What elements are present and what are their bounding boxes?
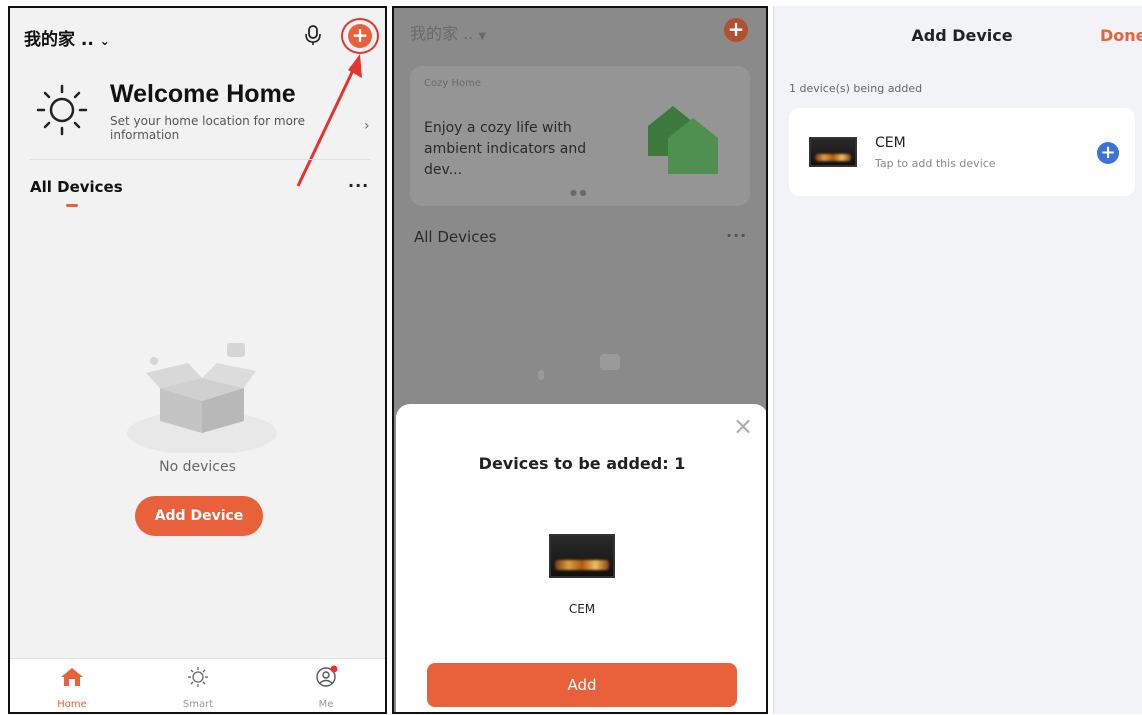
page-title: Add Device (911, 26, 1013, 45)
section-title[interactable]: All Devices (30, 178, 123, 196)
chevron-right-icon[interactable]: › (364, 118, 370, 134)
add-plus-button[interactable]: + (348, 24, 372, 48)
banner-label: Cozy Home (424, 78, 481, 89)
home-name: 我的家 .. (410, 24, 474, 43)
tab-bar: Home Smart Me (10, 658, 385, 712)
home-selector-dimmed: 我的家 .. ▼ (410, 20, 486, 44)
device-name: CEM (568, 602, 596, 616)
add-plus-button: + (724, 18, 748, 42)
tab-home-label: Home (57, 699, 87, 710)
banner-text: Enjoy a cozy life with ambient indicator… (424, 120, 587, 178)
fireplace-image (549, 534, 615, 578)
device-card[interactable]: CEM Tap to add this device + (789, 108, 1135, 196)
more-icon[interactable]: ··· (348, 176, 369, 195)
close-icon[interactable]: × (733, 412, 753, 440)
sun-icon (188, 667, 208, 687)
home-icon (61, 668, 83, 686)
section-title: All Devices (414, 228, 497, 246)
add-plus-icon[interactable]: + (1097, 142, 1119, 164)
sun-weather-icon (36, 84, 88, 136)
person-icon (316, 665, 338, 687)
plug-icon (600, 354, 620, 370)
chevron-down-icon: ⌄ (99, 34, 110, 48)
cozy-banner: Cozy Home Enjoy a cozy life with ambient… (410, 66, 750, 206)
pager-dots: ● ● (570, 188, 587, 197)
empty-state-text: No devices (159, 459, 236, 475)
home-name: 我的家 .. (24, 30, 94, 50)
caret-down-icon: ▼ (478, 31, 487, 42)
bottom-sheet: × Devices to be added: 1 CEM Add (396, 404, 766, 712)
tab-smart-label: Smart (182, 699, 214, 710)
done-button[interactable]: Done (1100, 26, 1142, 45)
tab-home[interactable]: Home (52, 665, 92, 710)
add-device-button[interactable]: Add Device (135, 496, 263, 536)
house-icon (648, 106, 718, 174)
home-screen: 我的家 .. ⌄ + Welcome Home Set your home lo… (8, 6, 387, 714)
welcome-title: Welcome Home (110, 80, 296, 108)
add-dialog-screen: 我的家 .. ▼ + Cozy Home Enjoy a cozy life w… (392, 6, 768, 714)
empty-box-icon (127, 343, 277, 453)
divider (30, 159, 370, 160)
fireplace-image (809, 137, 857, 167)
welcome-subtitle[interactable]: Set your home location for more informat… (110, 114, 320, 142)
tab-indicator (66, 204, 78, 207)
microphone-icon[interactable] (304, 24, 322, 46)
bulb-icon (538, 370, 544, 380)
sheet-title: Devices to be added: 1 (478, 454, 686, 473)
device-hint: Tap to add this device (875, 157, 996, 170)
device-name: CEM (875, 135, 906, 151)
add-button[interactable]: Add (427, 663, 737, 707)
tab-smart[interactable]: Smart (178, 665, 218, 710)
add-device-screen: Add Device Done 1 device(s) being added … (773, 6, 1142, 714)
tab-me[interactable]: Me (306, 665, 346, 710)
status-text: 1 device(s) being added (789, 82, 923, 95)
home-selector[interactable]: 我的家 .. ⌄ (24, 25, 110, 50)
more-icon: ··· (726, 226, 748, 245)
tab-me-label: Me (318, 699, 334, 710)
